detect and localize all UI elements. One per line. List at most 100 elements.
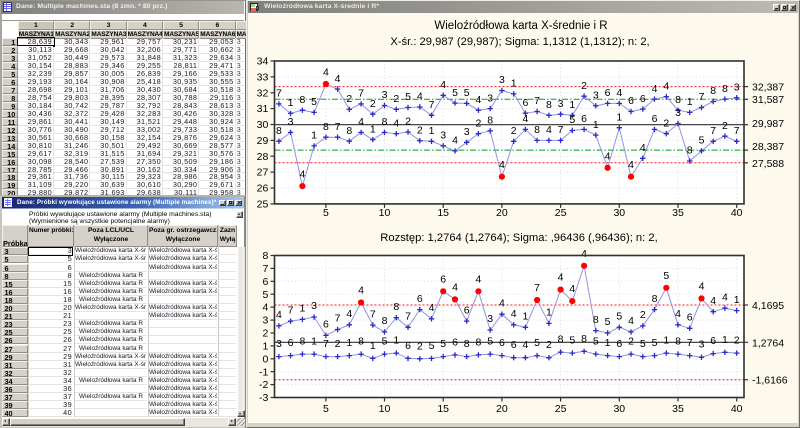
svg-text:7: 7 (288, 304, 294, 316)
svg-text:6: 6 (522, 97, 528, 109)
svg-text:3: 3 (487, 92, 493, 104)
svg-text:5: 5 (569, 335, 575, 347)
svg-text:7: 7 (405, 311, 411, 323)
svg-text:4: 4 (663, 80, 669, 92)
svg-text:1: 1 (722, 334, 728, 346)
svg-text:5: 5 (487, 336, 493, 348)
svg-text:7: 7 (734, 125, 740, 137)
svg-text:4: 4 (358, 285, 364, 297)
svg-text:8: 8 (299, 94, 305, 106)
svg-text:3: 3 (464, 126, 470, 138)
svg-text:8: 8 (382, 116, 388, 128)
svg-text:2: 2 (346, 93, 352, 105)
svg-text:30: 30 (257, 119, 269, 131)
svg-text:4: 4 (628, 159, 634, 171)
svg-text:8: 8 (593, 314, 599, 326)
svg-text:3: 3 (699, 339, 705, 351)
svg-text:2: 2 (581, 80, 587, 92)
svg-text:1: 1 (429, 125, 435, 137)
svg-text:8: 8 (382, 315, 388, 327)
svg-text:8: 8 (393, 301, 399, 313)
svg-text:5: 5 (593, 336, 599, 348)
svg-text:28,387: 28,387 (752, 141, 784, 153)
svg-text:8: 8 (262, 250, 268, 262)
svg-text:-1: -1 (259, 366, 268, 378)
svg-text:4: 4 (558, 272, 564, 284)
svg-text:3: 3 (558, 98, 564, 110)
svg-text:8: 8 (475, 336, 481, 348)
svg-text:6: 6 (452, 336, 458, 348)
svg-text:4: 4 (393, 117, 399, 129)
svg-text:4: 4 (440, 79, 446, 91)
svg-text:1: 1 (522, 311, 528, 323)
svg-text:4: 4 (276, 309, 282, 321)
svg-text:8: 8 (487, 115, 493, 127)
svg-text:8: 8 (722, 83, 728, 95)
svg-text:32,387: 32,387 (752, 82, 784, 94)
svg-text:1: 1 (687, 96, 693, 108)
svg-text:2: 2 (734, 335, 740, 347)
svg-text:6: 6 (628, 95, 634, 107)
svg-text:4: 4 (452, 281, 458, 293)
svg-text:1: 1 (370, 340, 376, 352)
svg-text:4: 4 (511, 308, 517, 320)
svg-text:4: 4 (499, 297, 505, 309)
svg-text:4: 4 (475, 273, 481, 285)
svg-text:8: 8 (687, 145, 693, 157)
svg-text:2: 2 (335, 338, 341, 350)
svg-text:6: 6 (417, 293, 423, 305)
svg-text:1: 1 (346, 337, 352, 349)
svg-text:8: 8 (534, 124, 540, 136)
svg-text:7: 7 (335, 313, 341, 325)
svg-text:1: 1 (569, 99, 575, 111)
svg-text:6: 6 (440, 273, 446, 285)
svg-text:7: 7 (429, 99, 435, 111)
svg-text:40: 40 (731, 207, 743, 219)
svg-text:8: 8 (558, 334, 564, 346)
svg-text:7: 7 (262, 263, 268, 275)
svg-text:4: 4 (323, 67, 329, 79)
svg-text:35: 35 (672, 403, 684, 415)
svg-text:3: 3 (440, 130, 446, 142)
svg-text:5: 5 (605, 316, 611, 328)
svg-text:28: 28 (257, 151, 269, 163)
svg-text:2: 2 (417, 124, 423, 136)
svg-text:5: 5 (699, 135, 705, 147)
svg-text:20: 20 (496, 207, 508, 219)
svg-text:5: 5 (464, 87, 470, 99)
svg-text:6: 6 (605, 87, 611, 99)
svg-text:1,2764: 1,2764 (752, 337, 784, 349)
svg-text:4: 4 (335, 73, 341, 85)
svg-text:33: 33 (257, 72, 269, 84)
svg-text:7: 7 (370, 308, 376, 320)
svg-text:5: 5 (652, 337, 658, 349)
svg-text:2: 2 (417, 340, 423, 352)
svg-text:8: 8 (675, 94, 681, 106)
svg-text:4: 4 (605, 150, 611, 162)
svg-text:15: 15 (437, 403, 449, 415)
svg-text:X-śr.: 29,987 (29,987); Sigma:: X-śr.: 29,987 (29,987); Sigma: 1,1312 (1… (390, 36, 649, 48)
svg-text:8: 8 (299, 336, 305, 348)
svg-text:4: 4 (429, 302, 435, 314)
svg-text:2: 2 (722, 120, 728, 132)
svg-text:-2: -2 (259, 379, 268, 391)
svg-text:4: 4 (699, 280, 705, 292)
svg-text:4,1695: 4,1695 (752, 300, 784, 312)
svg-text:1: 1 (546, 307, 552, 319)
svg-text:8: 8 (276, 125, 282, 137)
svg-text:4: 4 (499, 159, 505, 171)
svg-text:4: 4 (710, 295, 716, 307)
svg-text:3: 3 (382, 89, 388, 101)
svg-text:2: 2 (546, 339, 552, 351)
svg-text:25: 25 (555, 403, 567, 415)
svg-text:3: 3 (499, 74, 505, 86)
svg-text:6: 6 (652, 113, 658, 125)
svg-text:1: 1 (299, 303, 305, 315)
svg-text:1: 1 (311, 130, 317, 142)
svg-text:4: 4 (522, 113, 528, 125)
svg-text:4: 4 (581, 248, 587, 260)
svg-text:29,987: 29,987 (752, 118, 784, 130)
svg-text:4: 4 (546, 124, 552, 136)
svg-text:30: 30 (613, 207, 625, 219)
svg-text:15: 15 (437, 207, 449, 219)
